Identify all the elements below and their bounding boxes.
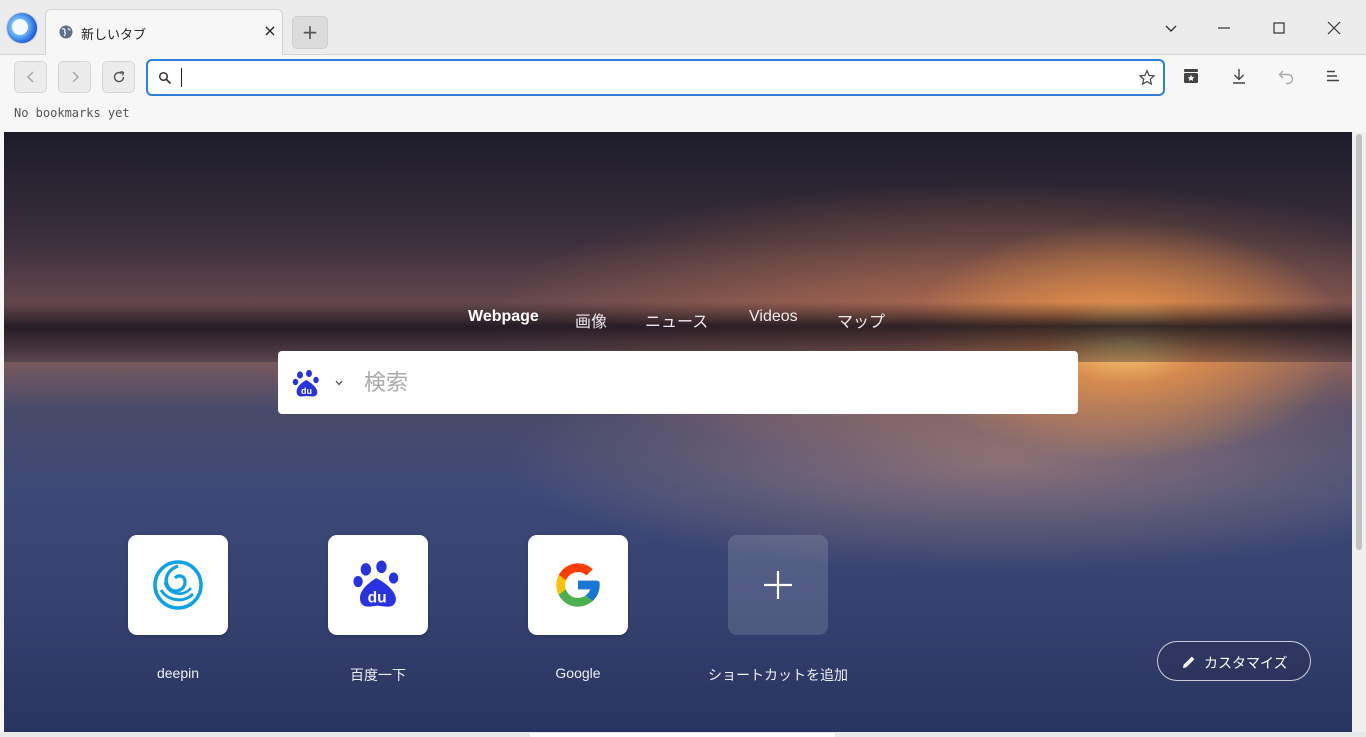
google-g-icon — [556, 563, 600, 607]
back-button[interactable] — [14, 61, 47, 93]
shortcut-google[interactable]: Google — [508, 535, 648, 681]
shortcut-label: Google — [555, 665, 601, 681]
add-shortcut-tile[interactable] — [728, 535, 828, 635]
search-input[interactable] — [362, 365, 1056, 401]
page-scrollbar[interactable] — [1352, 132, 1366, 732]
shortcut-label: deepin — [156, 665, 200, 681]
tab-new-tab[interactable]: 新しいタブ × — [45, 9, 283, 55]
tab-maps[interactable]: マップ — [837, 308, 885, 332]
search-box: du — [278, 351, 1078, 414]
window-bottom-edge — [0, 732, 1366, 737]
reload-button[interactable] — [102, 61, 135, 93]
customize-label: カスタマイズ — [1204, 655, 1288, 671]
tab-images[interactable]: 画像 — [575, 308, 607, 332]
shortcut-tile[interactable] — [528, 535, 628, 635]
svg-text:du: du — [368, 589, 387, 606]
search-type-tabs: Webpage 画像 ニュース Videos マップ — [4, 308, 1352, 332]
close-icon[interactable] — [1324, 18, 1344, 38]
scrollbar-thumb[interactable] — [1356, 134, 1362, 550]
shortcut-baidu[interactable]: du 百度一下 — [308, 535, 448, 685]
customize-button[interactable]: カスタマイズ — [1157, 641, 1311, 681]
address-bar[interactable] — [146, 59, 1165, 96]
text-caret — [181, 68, 182, 87]
chevron-down-icon[interactable] — [1161, 18, 1181, 38]
minimize-icon[interactable] — [1214, 18, 1234, 38]
shortcut-add[interactable]: ショートカットを追加 — [708, 535, 848, 685]
bookmarks-bar: No bookmarks yet — [0, 99, 1366, 131]
maximize-icon[interactable] — [1269, 18, 1289, 38]
bookmarks-empty-text: No bookmarks yet — [14, 106, 130, 120]
globe-icon — [59, 25, 73, 39]
bookmarks-manager-icon[interactable] — [1182, 67, 1200, 85]
svg-text:du: du — [301, 386, 312, 396]
pencil-icon — [1183, 656, 1195, 668]
toolbar — [0, 55, 1366, 99]
undo-icon[interactable] — [1277, 67, 1295, 85]
new-tab-button[interactable]: + — [292, 16, 328, 49]
shortcut-tile[interactable] — [128, 535, 228, 635]
plus-icon — [764, 571, 792, 599]
new-tab-page: Webpage 画像 ニュース Videos マップ du 検索 deepin … — [4, 132, 1352, 732]
shortcut-label: ショートカットを追加 — [708, 667, 848, 683]
baidu-paw-icon: du — [353, 560, 399, 607]
tab-videos[interactable]: Videos — [749, 308, 798, 326]
arrow-right-icon — [72, 71, 80, 83]
forward-button[interactable] — [58, 61, 91, 93]
reload-icon — [113, 70, 125, 83]
browser-logo-icon[interactable] — [7, 13, 37, 43]
shortcut-deepin[interactable]: deepin — [108, 535, 248, 681]
tab-webpage[interactable]: Webpage — [468, 308, 539, 326]
tab-close-button[interactable]: × — [262, 22, 278, 40]
deepin-logo-icon — [153, 560, 203, 610]
tab-news[interactable]: ニュース — [645, 308, 708, 332]
address-input[interactable] — [180, 67, 1124, 91]
shortcut-label: 百度一下 — [350, 667, 406, 683]
status-segment — [530, 733, 835, 737]
baidu-paw-icon[interactable]: du — [292, 369, 322, 399]
bookmark-star-icon[interactable] — [1138, 69, 1156, 87]
shortcut-tile[interactable]: du — [328, 535, 428, 635]
menu-icon[interactable] — [1324, 67, 1342, 85]
search-icon — [158, 71, 172, 85]
title-bar: 新しいタブ × + — [0, 0, 1366, 55]
tab-title: 新しいタブ — [81, 28, 147, 43]
chevron-down-icon[interactable] — [334, 378, 344, 388]
download-icon[interactable] — [1230, 67, 1248, 85]
arrow-left-icon — [26, 71, 34, 83]
